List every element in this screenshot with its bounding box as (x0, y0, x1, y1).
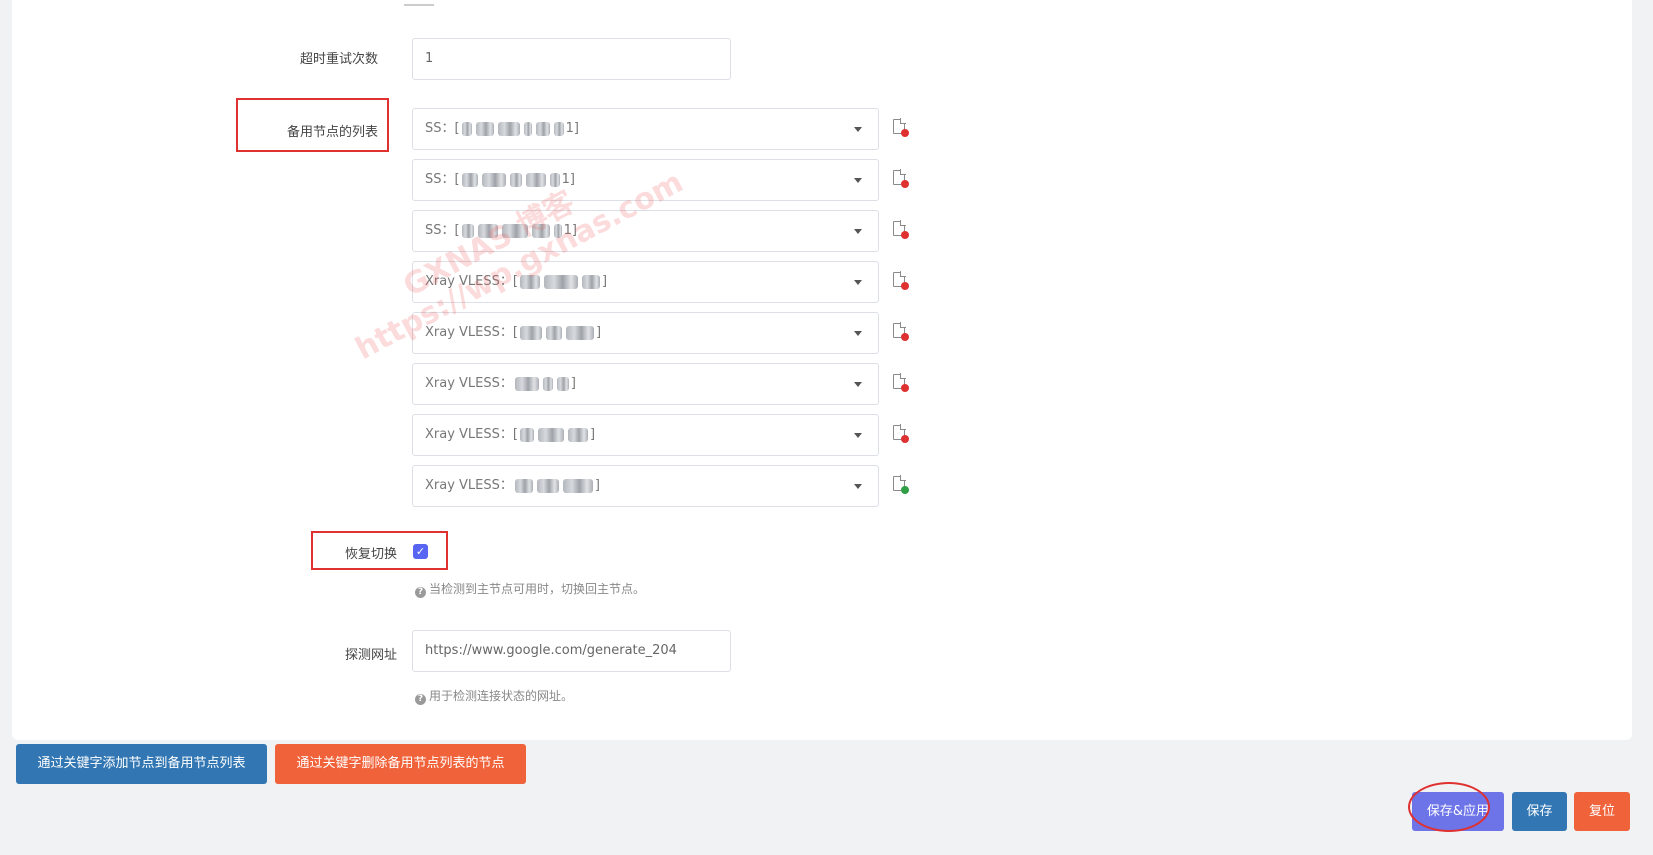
node-online-icon[interactable] (893, 475, 909, 494)
backup-node-prefix: Xray VLESS：[ (425, 427, 518, 442)
redacted-node-name (553, 121, 564, 136)
save-button[interactable]: 保存 (1512, 792, 1567, 831)
remove-nodes-by-keyword-button[interactable]: 通过关键字删除备用节点列表的节点 (275, 744, 526, 784)
backup-node-select[interactable]: Xray VLESS：] (412, 465, 879, 507)
restore-switch-help: ? 当检测到主节点可用时，切换回主节点。 (415, 580, 645, 598)
status-dot-icon (901, 435, 909, 443)
backup-node-select[interactable]: SS：[ 1] (412, 108, 879, 150)
backup-node-select-value: Xray VLESS：] (425, 466, 600, 506)
backup-node-select-value: Xray VLESS：] (425, 364, 576, 404)
settings-panel: 超时重试次数 1 备用节点的列表 SS：[1] SS：[1] SS：[1] Xray … (12, 0, 1632, 740)
backup-node-select[interactable]: Xray VLESS：[] (412, 414, 879, 456)
chevron-down-icon (854, 331, 862, 336)
status-dot-icon (901, 180, 909, 188)
node-remove-icon[interactable] (893, 424, 909, 443)
probe-url-help-text: 用于检测连接状态的网址。 (429, 689, 574, 703)
chevron-down-icon (854, 484, 862, 489)
cropped-heading-fragment (404, 0, 434, 6)
redacted-node-name (545, 325, 562, 340)
backup-node-suffix: ] (601, 274, 608, 289)
redacted-node-name (525, 172, 546, 187)
redacted-node-name (481, 172, 506, 187)
chevron-down-icon (854, 382, 862, 387)
backup-node-suffix: ] (595, 325, 602, 340)
node-remove-icon[interactable] (893, 271, 909, 290)
backup-node-prefix: Xray VLESS： (425, 478, 513, 493)
redacted-node-name (581, 274, 600, 289)
chevron-down-icon (854, 178, 862, 183)
restore-switch-help-text: 当检测到主节点可用时，切换回主节点。 (429, 582, 646, 596)
timeout-retry-label: 超时重试次数 (299, 52, 378, 67)
status-dot-icon (901, 486, 909, 494)
node-remove-icon[interactable] (893, 373, 909, 392)
node-remove-icon[interactable] (893, 169, 909, 188)
redacted-node-name (542, 376, 553, 391)
chevron-down-icon (854, 127, 862, 132)
redacted-node-name (461, 121, 472, 136)
redacted-node-name (519, 427, 534, 442)
backup-node-select-value: SS：[ 1] (425, 109, 579, 149)
chevron-down-icon (854, 280, 862, 285)
node-remove-icon[interactable] (893, 118, 909, 137)
timeout-retry-input[interactable]: 1 (412, 38, 731, 80)
annotation-ellipse-save-apply (1408, 782, 1490, 832)
redacted-node-name (556, 376, 569, 391)
status-dot-icon (901, 231, 909, 239)
backup-node-suffix: ] (570, 376, 576, 391)
status-dot-icon (901, 384, 909, 392)
backup-node-select[interactable]: Xray VLESS：[] (412, 312, 879, 354)
reset-button[interactable]: 复位 (1574, 792, 1630, 831)
probe-url-label: 探测网址 (344, 648, 397, 663)
backup-node-select[interactable]: Xray VLESS：] (412, 363, 879, 405)
add-nodes-by-keyword-button[interactable]: 通过关键字添加节点到备用节点列表 (16, 744, 267, 784)
restore-switch-label: 恢复切换 (344, 547, 397, 562)
backup-node-prefix: SS：[ (425, 172, 460, 187)
redacted-node-name (535, 121, 550, 136)
redacted-node-name (497, 121, 520, 136)
probe-url-input[interactable]: https://www.google.com/generate_204 (412, 630, 731, 672)
redacted-node-name (523, 121, 532, 136)
redacted-node-name (475, 121, 494, 136)
redacted-node-name (565, 325, 594, 340)
redacted-node-name (514, 478, 533, 493)
status-dot-icon (901, 333, 909, 341)
backup-nodes-label: 备用节点的列表 (286, 125, 378, 140)
backup-node-prefix: SS：[ (425, 121, 460, 136)
node-remove-icon[interactable] (893, 322, 909, 341)
redacted-node-name (537, 427, 564, 442)
redacted-node-name (543, 274, 578, 289)
backup-node-suffix: ] (594, 478, 600, 493)
chevron-down-icon (854, 433, 862, 438)
redacted-node-name (519, 325, 542, 340)
backup-node-prefix: Xray VLESS： (425, 376, 513, 391)
status-dot-icon (901, 129, 909, 137)
node-remove-icon[interactable] (893, 220, 909, 239)
redacted-node-name (536, 478, 559, 493)
backup-node-suffix: 1] (565, 121, 579, 136)
redacted-node-name (562, 478, 593, 493)
redacted-node-name (514, 376, 539, 391)
status-dot-icon (901, 282, 909, 290)
redacted-node-name (509, 172, 522, 187)
redacted-node-name (567, 427, 588, 442)
help-icon: ? (415, 587, 426, 598)
chevron-down-icon (854, 229, 862, 234)
restore-switch-checkbox[interactable]: ✓ (413, 544, 428, 559)
probe-url-help: ? 用于检测连接状态的网址。 (415, 687, 573, 705)
backup-node-select-value: Xray VLESS：[] (425, 415, 595, 455)
redacted-node-name (461, 172, 478, 187)
backup-node-suffix: ] (589, 427, 596, 442)
help-icon: ? (415, 694, 426, 705)
